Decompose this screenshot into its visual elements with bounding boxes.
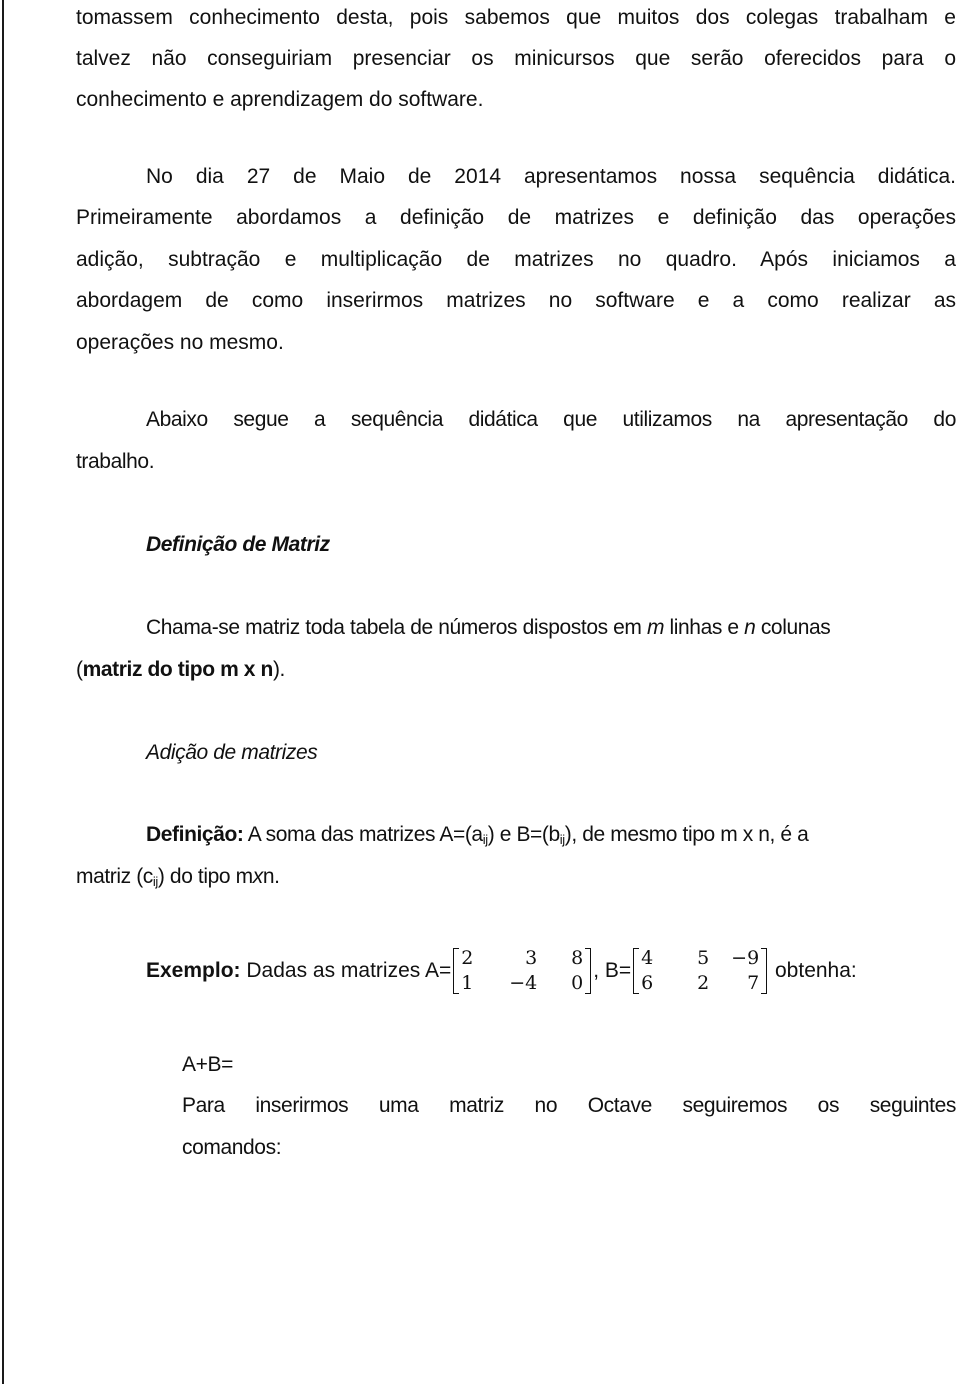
matrix-b-cell: 5 <box>697 947 710 969</box>
matrix-b-cell: 6 <box>641 972 654 994</box>
octave-line-2: comandos: <box>182 1136 282 1159</box>
sum-label: A+B= <box>182 1053 233 1076</box>
heading-matrix-addition: Adição de matrizes <box>146 741 318 764</box>
paren-open: ( <box>76 658 83 681</box>
matrix-def-text-2: linhas e <box>664 616 745 639</box>
sequence-line-3: adição, subtração e multiplicação de mat… <box>76 248 956 271</box>
addition-definition-line-2: matriz (cij) do tipo mxn. <box>76 865 956 889</box>
def-line2-x: x <box>252 865 264 888</box>
octave-line-1: Para inserirmos uma matriz no Octave seg… <box>182 1094 956 1117</box>
example-separator: , B= <box>593 959 632 982</box>
matrix-a-cell: 2 <box>461 947 474 969</box>
sequence-line-5: operações no mesmo. <box>76 331 284 354</box>
matrix-b: 4 5 −9 6 2 7 <box>633 946 768 996</box>
matrix-def-text-3: colunas <box>755 616 831 639</box>
matrix-def-text-1: Chama-se matriz toda tabela de números d… <box>146 616 647 639</box>
matrix-a: 2 3 8 1 −4 0 <box>453 946 592 996</box>
page-left-border <box>2 0 4 1384</box>
example-row: Exemplo: Dadas as matrizes A= 2 3 8 1 −4… <box>146 946 857 996</box>
matrix-type-bold: matriz do tipo m x n <box>82 658 274 681</box>
addition-definition-line-1: Definição: A soma das matrizes A=(aij) e… <box>146 823 956 847</box>
matrix-b-cell: 2 <box>697 972 710 994</box>
matrix-b-cell: 7 <box>747 972 760 994</box>
def-line2-b: ) do tipo m <box>157 865 253 888</box>
example-text-after: obtenha: <box>769 959 857 982</box>
below-line-1: Abaixo segue a sequência didática que ut… <box>146 408 956 431</box>
below-line-2: trabalho. <box>76 450 155 473</box>
example-label: Exemplo: <box>146 959 241 982</box>
heading-matrix-definition: Definição de Matriz <box>146 533 330 556</box>
matrix-a-cell: 3 <box>525 947 538 969</box>
matrix-def-n: n <box>744 616 756 639</box>
matrix-a-cell: −4 <box>509 972 538 994</box>
matrix-a-cell: 0 <box>571 972 584 994</box>
matrix-def-m: m <box>646 616 665 639</box>
matrix-b-cell: 4 <box>641 947 654 969</box>
intro-line-2: talvez não conseguiriam presenciar os mi… <box>76 47 956 70</box>
matrix-b-cell: −9 <box>731 947 760 969</box>
intro-line-3: conhecimento e aprendizagem do software. <box>76 88 484 111</box>
matrix-a-cell: 8 <box>571 947 584 969</box>
intro-line-1: tomassem conhecimento desta, pois sabemo… <box>76 6 956 29</box>
def-line2-c: n. <box>262 865 280 888</box>
example-text-before: Dadas as matrizes A= <box>240 959 452 982</box>
def-text-1: A soma das matrizes A=(a <box>243 823 483 846</box>
def-text-3: ), de mesmo tipo m x n, é a <box>564 823 809 846</box>
sequence-line-4: abordagem de como inserirmos matrizes no… <box>76 289 956 312</box>
definition-label: Definição: <box>146 823 244 846</box>
paren-close: ). <box>272 658 285 681</box>
sequence-line-2: Primeiramente abordamos a definição de m… <box>76 206 956 229</box>
matrix-a-cell: 1 <box>461 972 474 994</box>
def-text-2: ) e B=(b <box>487 823 560 846</box>
sequence-line-1: No dia 27 de Maio de 2014 apresentamos n… <box>146 165 956 188</box>
matrix-definition-line-2: (matriz do tipo m x n). <box>76 658 956 682</box>
def-line2-a: matriz (c <box>76 865 153 888</box>
matrix-definition-line-1: Chama-se matriz toda tabela de números d… <box>146 616 956 640</box>
